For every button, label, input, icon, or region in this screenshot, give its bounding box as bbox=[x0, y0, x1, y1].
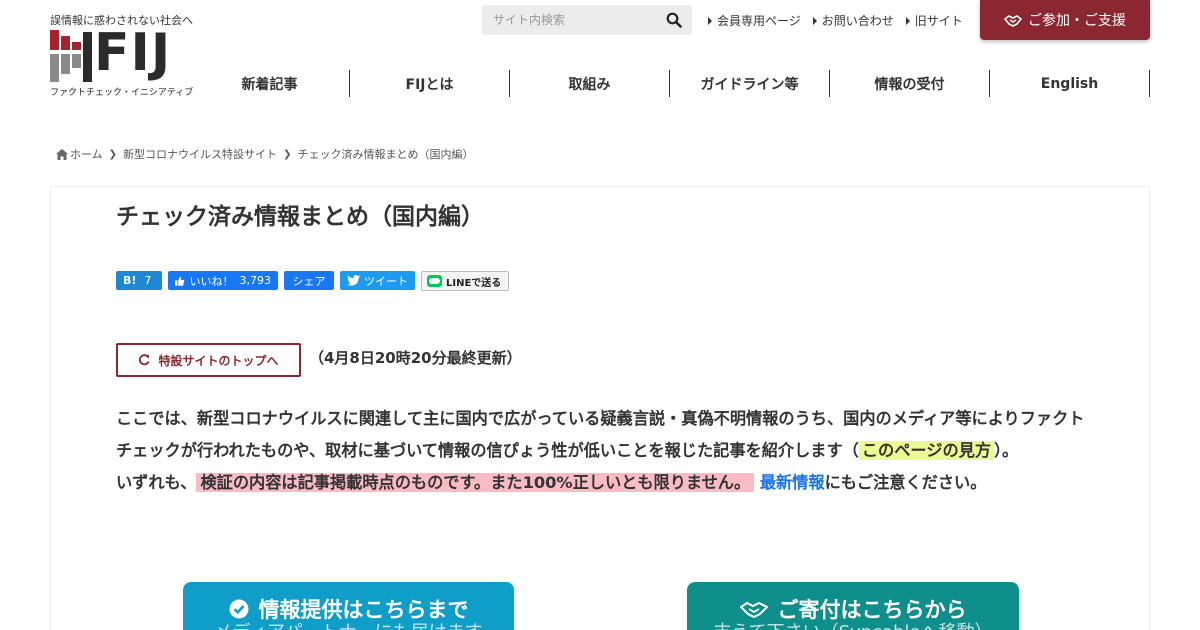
chevron-right-icon: ❯ bbox=[283, 148, 292, 160]
line-icon bbox=[427, 275, 442, 287]
nav-item-guidelines[interactable]: ガイドライン等 bbox=[670, 70, 830, 97]
logo-subtitle: ファクトチェック・イニシアティブ bbox=[50, 88, 194, 98]
logo-wordmark: FIJ bbox=[94, 23, 172, 83]
donation-button[interactable]: ご寄付はこちらから 支えて下さい（Syncableへ移動） bbox=[687, 582, 1019, 630]
facebook-share-button[interactable]: シェア bbox=[284, 271, 334, 290]
search-input[interactable] bbox=[482, 5, 657, 35]
caret-right-icon bbox=[905, 16, 910, 25]
home-icon bbox=[56, 148, 68, 160]
thumbs-up-icon bbox=[175, 276, 185, 286]
link-old-site[interactable]: 旧サイト bbox=[905, 12, 963, 29]
search-icon[interactable] bbox=[666, 12, 682, 28]
page-title: チェック済み情報まとめ（国内編） bbox=[116, 204, 484, 230]
nav-item-submissions[interactable]: 情報の受付 bbox=[830, 70, 990, 97]
handshake-icon bbox=[739, 601, 768, 618]
top-links: 会員専用ページ お問い合わせ 旧サイト bbox=[708, 12, 975, 29]
breadcrumb-covid-site[interactable]: 新型コロナウイルス特設サイト bbox=[123, 146, 277, 162]
logo-bars-icon bbox=[50, 30, 92, 82]
latest-info-link[interactable]: 最新情報 bbox=[760, 473, 825, 492]
site-search bbox=[482, 5, 692, 35]
link-member-page[interactable]: 会員専用ページ bbox=[708, 12, 801, 29]
caret-right-icon bbox=[708, 16, 712, 25]
twitter-bird-icon bbox=[347, 275, 360, 286]
special-site-top-button[interactable]: 特設サイトのトップへ bbox=[116, 343, 301, 377]
verification-warning: 検証の内容は記事掲載時点のものです。また100%正しいとも限りません。 bbox=[196, 473, 755, 492]
tweet-button[interactable]: ツイート bbox=[340, 271, 415, 290]
global-nav: 新着記事 FIJとは 取組み ガイドライン等 情報の受付 English bbox=[190, 70, 1150, 97]
handshake-icon bbox=[1004, 14, 1022, 27]
check-circle-icon bbox=[229, 599, 248, 619]
breadcrumb-current: チェック済み情報まとめ（国内編） bbox=[297, 148, 474, 161]
hatena-bookmark-button[interactable]: B! 7 bbox=[116, 271, 162, 290]
breadcrumb-home[interactable]: ホーム bbox=[70, 146, 103, 162]
last-updated-text: （4月8日20時20分最終更新） bbox=[309, 349, 522, 367]
join-support-button[interactable]: ご参加・ご支援 bbox=[980, 0, 1150, 40]
chevron-right-icon: ❯ bbox=[108, 148, 118, 160]
share-buttons: B! 7 いいね！ 3,793 シェア ツイート LINEで送る bbox=[116, 271, 509, 291]
link-contact[interactable]: お問い合わせ bbox=[812, 12, 894, 29]
nav-item-new-articles[interactable]: 新着記事 bbox=[190, 70, 350, 97]
intro-text: ここでは、新型コロナウイルスに関連して主に国内で広がっている疑義言説・真偽不明情… bbox=[116, 409, 1085, 492]
info-submission-button[interactable]: 情報提供はこちらまで メディアパートナーにも届けます bbox=[183, 582, 514, 630]
facebook-like-button[interactable]: いいね！ 3,793 bbox=[168, 271, 278, 290]
fij-logo[interactable]: FIJ ファクトチェック・イニシアティブ bbox=[50, 23, 195, 98]
nav-item-english[interactable]: English bbox=[990, 70, 1150, 97]
nav-item-activities[interactable]: 取組み bbox=[510, 70, 670, 97]
breadcrumb: ホーム ❯ 新型コロナウイルス特設サイト ❯ チェック済み情報まとめ（国内編） bbox=[56, 146, 473, 162]
refresh-icon bbox=[139, 354, 150, 366]
article-card: チェック済み情報まとめ（国内編） B! 7 いいね！ 3,793 シェア ツイー… bbox=[50, 186, 1150, 630]
how-to-read-link[interactable]: このページの見方 bbox=[858, 441, 995, 460]
nav-item-about[interactable]: FIJとは bbox=[350, 70, 510, 97]
caret-right-icon bbox=[812, 16, 817, 25]
line-share-button[interactable]: LINEで送る bbox=[421, 271, 509, 291]
